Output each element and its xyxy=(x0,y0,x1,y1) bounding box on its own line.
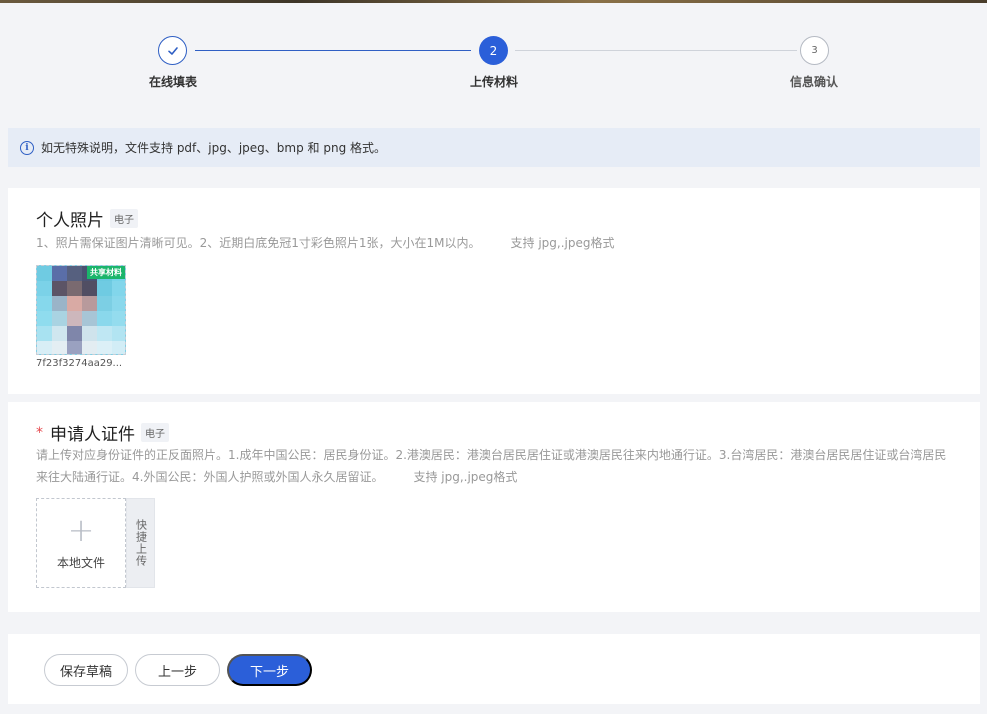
progress-steps: 2 3 在线填表 上传材料 信息确认 xyxy=(0,0,987,128)
applicant-id-section: * 申请人证件 电子 请上传对应身份证件的正反面照片。1.成年中国公民：居民身份… xyxy=(8,402,980,612)
quick-upload-button[interactable]: 快捷上传 xyxy=(126,498,155,588)
save-draft-button[interactable]: 保存草稿 xyxy=(44,654,128,686)
step-2-label: 上传材料 xyxy=(469,75,518,89)
applicant-id-description: 请上传对应身份证件的正反面照片。1.成年中国公民：居民身份证。2.港澳居民：港澳… xyxy=(36,444,956,488)
uploaded-file-name: 7f23f3274aa29... xyxy=(36,358,123,369)
personal-photo-section: 个人照片 电子 1、照片需保证图片清晰可见。2、近期白底免冠1寸彩色照片1张，大… xyxy=(8,188,980,394)
uploaded-photo-thumbnail[interactable]: 共享材料 xyxy=(36,265,126,355)
local-file-label: 本地文件 xyxy=(56,556,105,570)
step-3-marker: 3 xyxy=(800,36,829,65)
step-connector-pending xyxy=(515,50,797,51)
personal-photo-header: 个人照片 电子 xyxy=(36,206,138,231)
blurred-photo-image xyxy=(37,266,125,354)
applicant-id-supported-formats: 支持 jpg,.jpeg格式 xyxy=(413,470,518,484)
step-1-label: 在线填表 xyxy=(148,75,197,89)
applicant-id-header: * 申请人证件 电子 xyxy=(36,420,169,445)
personal-photo-requirements: 1、照片需保证图片清晰可见。2、近期白底免冠1寸彩色照片1张，大小在1M以内。 xyxy=(36,236,481,250)
next-step-button[interactable]: 下一步 xyxy=(227,654,312,686)
step-2-marker: 2 xyxy=(479,36,508,65)
action-footer: 保存草稿 上一步 下一步 xyxy=(8,634,980,704)
shared-material-tag: 共享材料 xyxy=(87,266,125,279)
notice-text: 如无特殊说明，文件支持 pdf、jpg、jpeg、bmp 和 png 格式。 xyxy=(41,141,387,155)
required-marker: * xyxy=(36,424,43,441)
info-icon: i xyxy=(20,140,34,155)
plus-icon: + xyxy=(67,511,95,549)
personal-photo-description: 1、照片需保证图片清晰可见。2、近期白底免冠1寸彩色照片1张，大小在1M以内。 支… xyxy=(36,232,936,254)
format-notice: i 如无特殊说明，文件支持 pdf、jpg、jpeg、bmp 和 png 格式。 xyxy=(8,128,980,167)
personal-photo-supported-formats: 支持 jpg,.jpeg格式 xyxy=(510,236,615,250)
electronic-tag: 电子 xyxy=(110,209,138,228)
step-3-label: 信息确认 xyxy=(789,75,838,89)
previous-step-button[interactable]: 上一步 xyxy=(135,654,220,686)
step-connector-completed xyxy=(195,50,471,51)
applicant-id-title: 申请人证件 xyxy=(50,425,135,445)
personal-photo-title: 个人照片 xyxy=(36,211,104,231)
electronic-tag: 电子 xyxy=(141,423,169,442)
local-file-upload-button[interactable]: + 本地文件 xyxy=(36,498,126,588)
step-1-check-icon xyxy=(158,36,187,65)
